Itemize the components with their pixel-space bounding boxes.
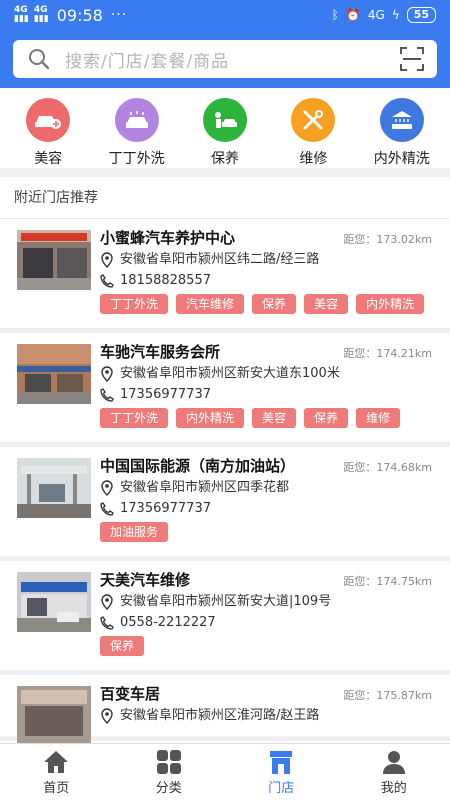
tab-label: 首页 [43, 780, 70, 796]
location-pin-icon [101, 593, 113, 610]
category-exterior-wash[interactable]: 丁丁外洗 [94, 88, 180, 168]
wrench-icon [291, 98, 336, 142]
store-list: 小蜜蜂汽车养护中心 距您：173.02km 安徽省阜阳市颍州区纬二路/经三路 1… [0, 219, 450, 743]
tab-mine[interactable]: 我的 [338, 744, 450, 800]
store-card[interactable]: 百变车居 距您：175.87km 安徽省阜阳市颍州区淮河路/赵王路 [0, 675, 450, 743]
header: 搜索/门店/套餐/商品 [0, 30, 450, 88]
tab-label: 分类 [155, 780, 182, 796]
category-bar: 美容 丁丁外洗 保养 维修 内外精洗 [0, 88, 450, 168]
bluetooth-icon: ᛒ [331, 8, 339, 22]
tab-store[interactable]: 门店 [225, 744, 338, 800]
service-tag[interactable]: 美容 [304, 294, 349, 314]
category-label: 内外精洗 [373, 151, 430, 167]
phone-icon [100, 273, 114, 288]
category-repair[interactable]: 维修 [270, 88, 356, 168]
store-photo [17, 572, 91, 632]
store-distance: 距您：174.75km [343, 575, 432, 588]
network-type: 4G [367, 8, 385, 22]
store-address: 安徽省阜阳市颍州区纬二路/经三路 [100, 249, 450, 270]
store-card[interactable]: 车驰汽车服务会所 距您：174.21km 安徽省阜阳市颍州区新安大道东100米 … [0, 333, 450, 447]
service-tag[interactable]: 内外精洗 [356, 294, 425, 314]
search-input[interactable]: 搜索/门店/套餐/商品 [65, 47, 229, 72]
car-plus-icon [26, 98, 71, 142]
clock: 09:58 [56, 5, 103, 25]
store-card[interactable]: 中国国际能源（南方加油站） 距您：174.68km 安徽省阜阳市颍州区四季花都 … [0, 447, 450, 561]
service-tag[interactable]: 丁丁外洗 [100, 294, 169, 314]
service-tag[interactable]: 汽车维修 [176, 294, 245, 314]
category-beauty[interactable]: 美容 [5, 88, 91, 168]
category-label: 保养 [210, 151, 239, 167]
location-pin-icon [101, 365, 113, 382]
store-distance: 距您：175.87km [343, 689, 432, 702]
service-tag[interactable]: 保养 [304, 408, 349, 428]
search-bar[interactable]: 搜索/门店/套餐/商品 [13, 40, 437, 78]
category-maintenance[interactable]: 保养 [182, 88, 268, 168]
store-card[interactable]: 天美汽车维修 距您：174.75km 安徽省阜阳市颍州区新安大道|109号 05… [0, 561, 450, 675]
store-phone[interactable]: 0558-2212227 [100, 612, 450, 633]
home-icon [44, 750, 69, 773]
store-address: 安徽省阜阳市颍州区四季花都 [100, 477, 450, 498]
phone-icon [100, 615, 114, 630]
service-tag[interactable]: 美容 [252, 408, 297, 428]
user-icon [382, 750, 405, 774]
service-tag[interactable]: 内外精洗 [176, 408, 245, 428]
alarm-icon: ⏰ [345, 8, 361, 22]
signal-indicator-2: 4G ▮▮▮ [33, 5, 49, 24]
maintenance-icon [202, 98, 247, 142]
store-photo [17, 344, 91, 404]
service-tags: 丁丁外洗 汽车维修 保养 美容 内外精洗 [100, 294, 450, 318]
phone-icon [100, 501, 114, 516]
store-photo [17, 458, 91, 518]
signal-indicator-1: 4G ▮▮▮ [14, 5, 29, 24]
service-tags: 保养 [100, 636, 450, 660]
store-distance: 距您：173.02km [343, 233, 432, 246]
status-bar: 4G ▮▮▮ 4G ▮▮▮ 09:58 ··· ᛒ ⏰ 4G ϟ 55 [0, 0, 450, 30]
store-address: 安徽省阜阳市颍州区淮河路/赵王路 [100, 705, 450, 726]
location-pin-icon [101, 479, 113, 496]
service-tag[interactable]: 保养 [252, 294, 297, 314]
tab-category[interactable]: 分类 [113, 744, 226, 800]
battery-indicator: 55 [406, 7, 436, 23]
category-full-wash[interactable]: 内外精洗 [359, 88, 445, 168]
category-label: 维修 [299, 151, 328, 167]
service-tags: 加油服务 [100, 522, 450, 546]
section-title: 附近门店推荐 [0, 177, 450, 219]
store-distance: 距您：174.21km [343, 347, 432, 360]
search-icon [29, 49, 50, 70]
store-icon [270, 750, 293, 774]
tab-label: 门店 [268, 780, 295, 796]
service-tag[interactable]: 保养 [100, 636, 145, 656]
store-photo [17, 686, 91, 743]
store-distance: 距您：174.68km [343, 461, 432, 474]
store-phone[interactable]: 17356977737 [100, 384, 450, 405]
service-tag[interactable]: 加油服务 [100, 522, 169, 542]
grid-icon [156, 749, 181, 774]
charging-icon: ϟ [391, 8, 400, 22]
service-tag[interactable]: 丁丁外洗 [100, 408, 169, 428]
phone-icon [100, 387, 114, 402]
store-card[interactable]: 小蜜蜂汽车养护中心 距您：173.02km 安徽省阜阳市颍州区纬二路/经三路 1… [0, 219, 450, 333]
car-wash-icon [114, 98, 159, 142]
store-address: 安徽省阜阳市颍州区新安大道|109号 [100, 591, 450, 612]
store-address: 安徽省阜阳市颍州区新安大道东100米 [100, 363, 450, 384]
scan-icon[interactable] [399, 46, 425, 72]
category-label: 丁丁外洗 [108, 151, 165, 167]
tab-label: 我的 [380, 780, 407, 796]
store-phone[interactable]: 17356977737 [100, 498, 450, 519]
tab-home[interactable]: 首页 [0, 744, 113, 800]
service-tag[interactable]: 维修 [356, 408, 401, 428]
category-label: 美容 [34, 151, 63, 167]
bottom-tab-bar: 首页 分类 门店 我的 [0, 743, 450, 800]
service-tags: 丁丁外洗 内外精洗 美容 保养 维修 [100, 408, 450, 432]
more-notifications-icon: ··· [110, 7, 128, 23]
location-pin-icon [101, 707, 113, 724]
store-photo [17, 230, 91, 290]
store-phone[interactable]: 18158828557 [100, 270, 450, 291]
car-shower-icon [379, 98, 424, 142]
location-pin-icon [101, 251, 113, 268]
